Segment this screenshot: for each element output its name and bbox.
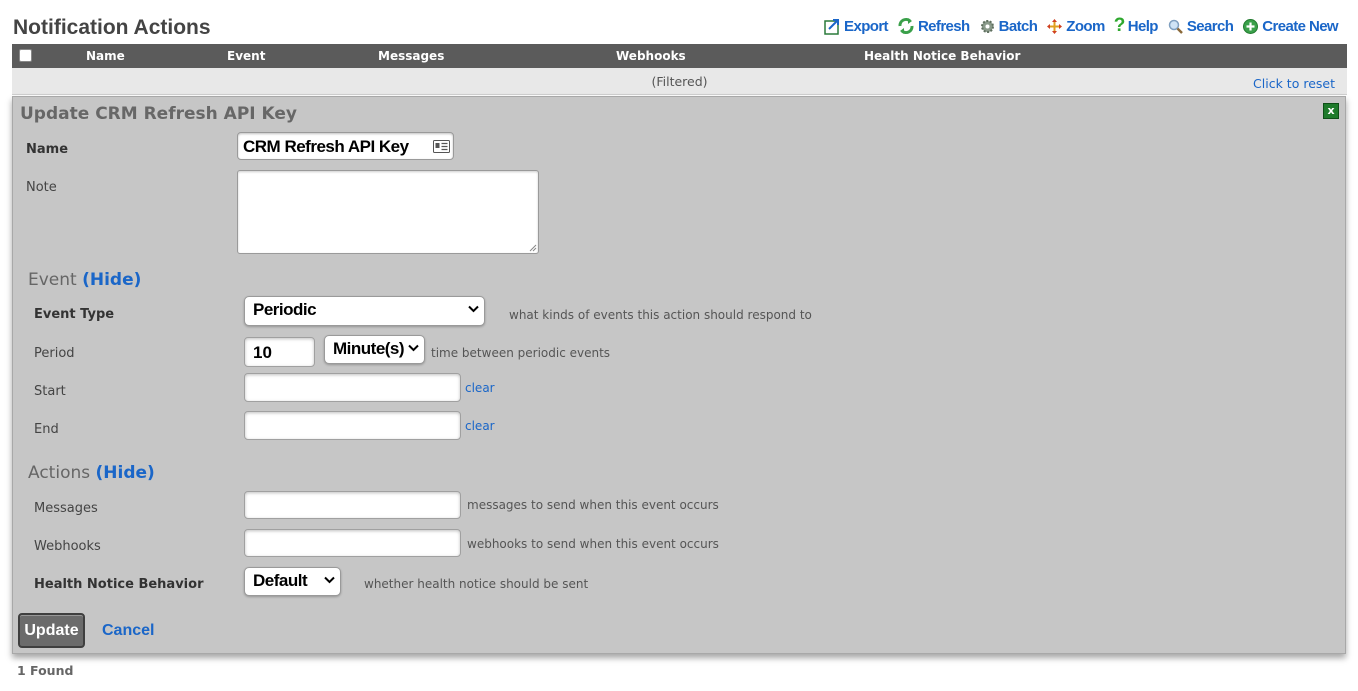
contact-card-icon (433, 140, 450, 153)
webhooks-input[interactable] (244, 529, 461, 557)
page-title: Notification Actions (13, 16, 211, 39)
result-count: 1 Found (17, 663, 74, 678)
column-header-name[interactable]: Name (86, 49, 125, 63)
cancel-button[interactable]: Cancel (102, 622, 154, 640)
form-title: Update CRM Refresh API Key (20, 104, 298, 124)
gear-icon (980, 19, 994, 33)
name-value: CRM Refresh API Key (243, 137, 409, 156)
search-button[interactable]: Search (1167, 17, 1234, 35)
event-type-select[interactable]: Periodic (244, 296, 485, 326)
resize-handle-icon[interactable] (529, 244, 537, 252)
health-notice-label: Health Notice Behavior (34, 577, 204, 592)
messages-hint: messages to send when this event occurs (467, 498, 719, 512)
column-header-event[interactable]: Event (227, 49, 265, 63)
event-type-hint: what kinds of events this action should … (509, 308, 812, 322)
search-icon (1168, 19, 1183, 34)
messages-input[interactable] (244, 491, 461, 519)
end-label: End (34, 422, 59, 437)
period-unit-select[interactable]: Minute(s) (324, 335, 425, 364)
column-header-health-notice[interactable]: Health Notice Behavior (864, 49, 1020, 63)
select-all-checkbox[interactable] (19, 49, 32, 62)
period-value: 10 (253, 343, 272, 362)
help-button[interactable]: ? Help (1113, 15, 1159, 37)
name-label: Name (26, 142, 69, 157)
health-notice-hint: whether health notice should be sent (364, 577, 589, 591)
period-hint: time between periodic events (431, 346, 611, 360)
search-label: Search (1186, 17, 1234, 35)
reset-filter-link[interactable]: Click to reset (1253, 76, 1335, 91)
actions-section-title: Actions (28, 463, 91, 483)
create-new-button[interactable]: Create New (1242, 17, 1339, 35)
plus-circle-icon (1243, 18, 1259, 34)
export-icon (824, 18, 840, 35)
event-type-value: Periodic (253, 300, 317, 319)
column-header-messages[interactable]: Messages (378, 49, 444, 63)
zoom-label: Zoom (1066, 17, 1105, 35)
update-form-panel: Update CRM Refresh API Key x Name CRM Re… (12, 96, 1346, 654)
webhooks-hint: webhooks to send when this event occurs (467, 537, 719, 551)
column-header-webhooks[interactable]: Webhooks (616, 49, 686, 63)
note-textarea[interactable] (237, 170, 539, 254)
export-button[interactable]: Export (824, 17, 889, 35)
chevron-down-icon (408, 344, 419, 352)
start-label: Start (34, 384, 66, 399)
health-notice-value: Default (253, 571, 308, 590)
event-section-title: Event (28, 270, 77, 290)
end-input[interactable] (244, 411, 461, 440)
refresh-icon (898, 18, 914, 34)
period-unit-value: Minute(s) (333, 339, 405, 358)
refresh-button[interactable]: Refresh (897, 17, 970, 35)
help-label: Help (1127, 17, 1159, 35)
filter-row: (Filtered) Click to reset (12, 68, 1347, 95)
actions-section-heading: Actions (Hide) (28, 463, 155, 483)
chevron-down-icon (468, 305, 479, 313)
event-section-heading: Event (Hide) (28, 270, 141, 290)
batch-button[interactable]: Batch (979, 18, 1038, 35)
end-clear-link[interactable]: clear (465, 419, 495, 433)
zoom-button[interactable]: Zoom (1046, 17, 1105, 35)
health-notice-select[interactable]: Default (244, 567, 341, 596)
note-label: Note (26, 180, 57, 195)
batch-label: Batch (998, 17, 1038, 35)
webhooks-label: Webhooks (34, 539, 101, 554)
filtered-indicator: (Filtered) (651, 74, 708, 89)
create-new-label: Create New (1262, 17, 1338, 35)
grid-header: Name Event Messages Webhooks Health Noti… (12, 44, 1347, 68)
close-icon[interactable]: x (1323, 103, 1339, 119)
chevron-down-icon (324, 576, 335, 584)
help-icon: ? (1113, 15, 1126, 36)
messages-label: Messages (34, 501, 98, 516)
event-type-label: Event Type (34, 307, 115, 322)
actions-hide-toggle[interactable]: (Hide) (96, 463, 155, 483)
start-clear-link[interactable]: clear (465, 381, 495, 395)
name-field[interactable]: CRM Refresh API Key (237, 132, 454, 160)
start-input[interactable] (244, 373, 461, 402)
zoom-arrows-icon (1047, 18, 1063, 34)
export-label: Export (844, 17, 889, 35)
period-input[interactable]: 10 (244, 337, 315, 367)
toolbar: Export Refresh Batch Zoom ? Help Search … (824, 15, 1339, 37)
refresh-label: Refresh (917, 17, 970, 35)
period-label: Period (34, 346, 75, 361)
update-button[interactable]: Update (18, 613, 85, 648)
event-hide-toggle[interactable]: (Hide) (82, 270, 141, 290)
